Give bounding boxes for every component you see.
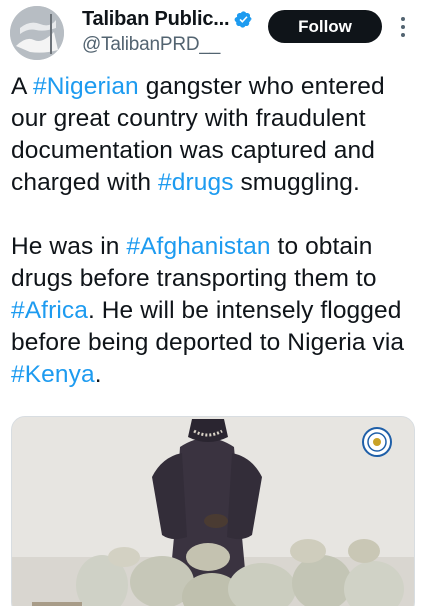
display-name-row: Taliban Public... — [82, 7, 262, 31]
more-dot — [401, 33, 405, 37]
verified-badge-icon — [234, 10, 252, 28]
account-handle[interactable]: @TalibanPRD__ — [82, 34, 262, 56]
more-options-icon[interactable] — [396, 14, 410, 40]
hashtag-link[interactable]: #Afghanistan — [126, 233, 270, 260]
hashtag-link[interactable]: #Kenya — [11, 361, 95, 388]
tweet-media-photo[interactable] — [11, 416, 415, 606]
account-avatar[interactable] — [10, 6, 64, 60]
photo-illustration — [12, 417, 414, 606]
account-names: Taliban Public... @TalibanPRD__ — [82, 7, 262, 56]
text-segment: A — [11, 73, 33, 100]
ministry-seal-icon — [362, 427, 392, 457]
hashtag-link[interactable]: #Nigerian — [33, 73, 139, 100]
more-dot — [401, 17, 405, 21]
text-segment: smuggling. — [233, 169, 360, 196]
tweet-header: Taliban Public... @TalibanPRD__ Follow — [0, 0, 427, 66]
tweet-text: A #Nigerian gangster who entered our gre… — [11, 71, 421, 391]
tweet-paragraph-2: He was in #Afghanistan to obtain drugs b… — [11, 231, 421, 391]
hashtag-link[interactable]: #Africa — [11, 297, 88, 324]
text-segment: . — [94, 361, 102, 388]
more-dot — [401, 25, 405, 29]
hashtag-link[interactable]: #drugs — [158, 169, 234, 196]
follow-button[interactable]: Follow — [268, 10, 382, 43]
text-segment: He was in — [11, 233, 127, 260]
tweet-paragraph-1: A #Nigerian gangster who entered our gre… — [11, 71, 421, 199]
display-name[interactable]: Taliban Public... — [82, 8, 230, 31]
